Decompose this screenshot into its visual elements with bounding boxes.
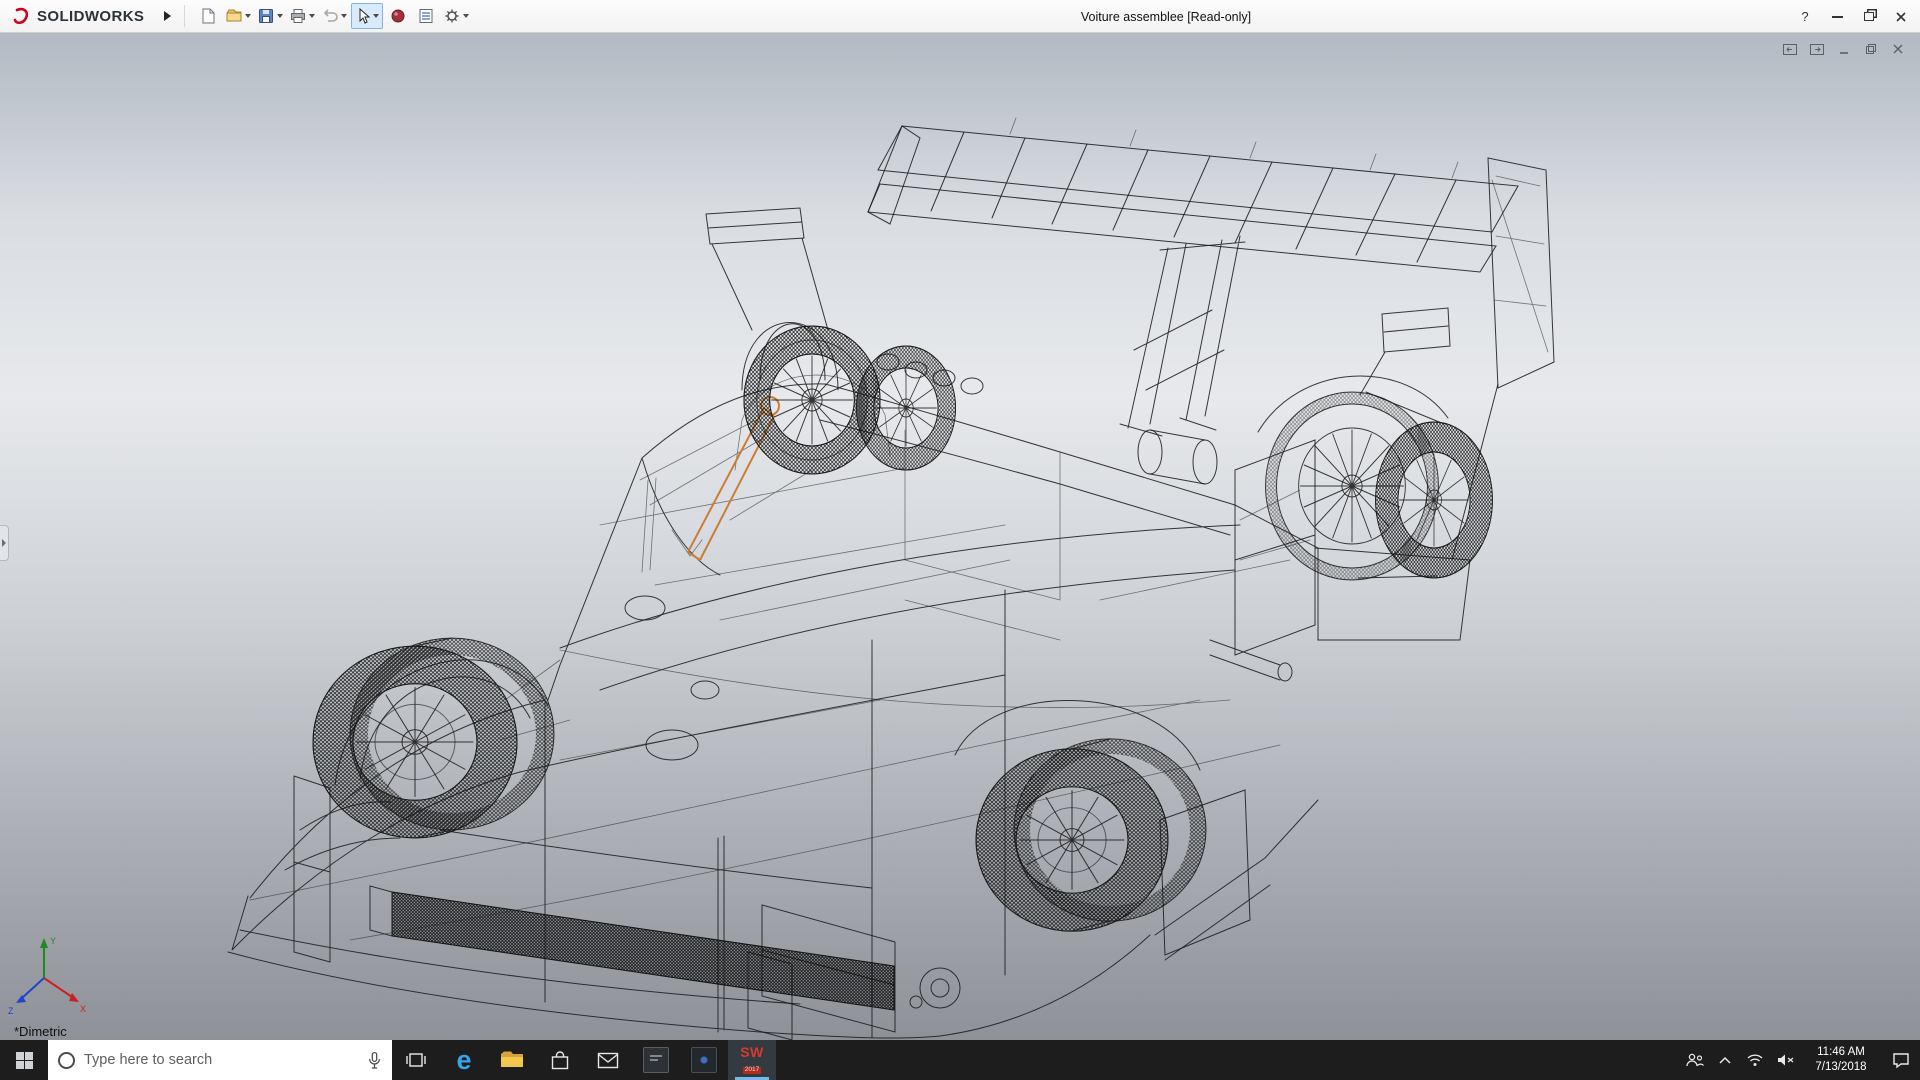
- new-document-button[interactable]: [195, 3, 221, 29]
- taskbar-search-box[interactable]: [48, 1040, 392, 1080]
- ds-logo-icon: [12, 6, 32, 26]
- windows-taskbar: e SW 2017: [0, 1040, 1920, 1080]
- system-tray: 11:46 AM 7/13/2018: [1680, 1040, 1920, 1080]
- car-wireframe-model[interactable]: Y X Z: [0, 33, 1920, 1040]
- dock-left-icon[interactable]: [1781, 41, 1798, 57]
- options-button[interactable]: [441, 3, 471, 29]
- feature-tree-collapsed-tab[interactable]: [0, 525, 9, 561]
- wifi-icon: [1746, 1053, 1764, 1067]
- chassis-body-group[interactable]: [228, 208, 1498, 1040]
- taskbar-app-edge[interactable]: e: [440, 1040, 488, 1080]
- start-button[interactable]: [0, 1040, 48, 1080]
- rear-right-wheel[interactable]: [1266, 392, 1493, 580]
- undo-dropdown-arrow[interactable]: [341, 14, 347, 18]
- dock-right-icon[interactable]: [1808, 41, 1825, 57]
- taskbar-app-6[interactable]: [680, 1040, 728, 1080]
- properties-list-icon: [417, 7, 435, 25]
- options-dropdown-arrow[interactable]: [463, 14, 469, 18]
- print-icon: [289, 7, 307, 25]
- minimize-button[interactable]: [1824, 5, 1850, 29]
- task-view-icon: [405, 1051, 427, 1069]
- chevron-up-icon: [1718, 1056, 1732, 1065]
- open-folder-icon: [225, 7, 243, 25]
- people-button[interactable]: [1680, 1040, 1710, 1080]
- view-orientation-label: *Dimetric: [14, 1024, 67, 1039]
- taskbar-app-mail[interactable]: [584, 1040, 632, 1080]
- print-dropdown-arrow[interactable]: [309, 14, 315, 18]
- app-titlebar: SOLIDWORKS: [0, 0, 1920, 33]
- close-icon: [1895, 11, 1907, 23]
- menu-expand-arrow[interactable]: [158, 6, 176, 26]
- axis-z-label: Z: [8, 1006, 14, 1016]
- doc-restore-icon[interactable]: [1862, 41, 1879, 57]
- solidworks-logo: SOLIDWORKS: [0, 6, 144, 26]
- document-window-controls: [1781, 41, 1906, 57]
- microphone-icon[interactable]: [367, 1051, 382, 1070]
- notification-icon: [1892, 1052, 1910, 1069]
- save-dropdown-arrow[interactable]: [277, 14, 283, 18]
- taskbar-app-solidworks[interactable]: SW 2017: [728, 1040, 776, 1080]
- gear-icon: [443, 7, 461, 25]
- volume-button[interactable]: [1770, 1040, 1800, 1080]
- taskbar-app-store[interactable]: [536, 1040, 584, 1080]
- windows-logo-icon: [16, 1052, 33, 1069]
- close-button[interactable]: [1888, 5, 1914, 29]
- doc-close-icon[interactable]: [1889, 41, 1906, 57]
- select-cursor-icon: [355, 7, 371, 25]
- front-left-wheel[interactable]: [313, 638, 554, 838]
- dark-app-icon-1: [643, 1047, 669, 1073]
- axis-x-label: X: [80, 1004, 86, 1014]
- tray-overflow-button[interactable]: [1710, 1040, 1740, 1080]
- open-dropdown-arrow[interactable]: [245, 14, 251, 18]
- maximize-button[interactable]: [1856, 5, 1882, 29]
- file-explorer-icon: [500, 1050, 524, 1070]
- open-button[interactable]: [223, 3, 253, 29]
- search-input[interactable]: [84, 1052, 358, 1068]
- action-center-button[interactable]: [1882, 1040, 1920, 1080]
- clock-time: 11:46 AM: [1817, 1045, 1865, 1060]
- appearance-sphere-icon: [389, 7, 407, 25]
- save-button[interactable]: [255, 3, 285, 29]
- standard-toolbar: [195, 3, 471, 29]
- radiator-mesh: [392, 892, 894, 1010]
- task-view-button[interactable]: [392, 1040, 440, 1080]
- save-floppy-icon: [257, 7, 275, 25]
- mail-envelope-icon: [597, 1052, 619, 1069]
- print-button[interactable]: [287, 3, 317, 29]
- select-tool-button[interactable]: [351, 3, 383, 29]
- window-controls: ?: [1792, 0, 1914, 33]
- brand-text: SOLIDWORKS: [37, 8, 144, 25]
- speaker-muted-icon: [1776, 1053, 1795, 1067]
- clock-date: 7/13/2018: [1815, 1060, 1866, 1075]
- help-button[interactable]: ?: [1792, 5, 1818, 29]
- dark-app-icon-2: [691, 1047, 717, 1073]
- taskbar-app-file-explorer[interactable]: [488, 1040, 536, 1080]
- cortana-icon[interactable]: [58, 1052, 75, 1069]
- axis-y-label: Y: [50, 936, 56, 946]
- solidworks-app-icon: SW 2017: [740, 1045, 764, 1075]
- document-title: Voiture assemblee [Read-only]: [1081, 0, 1251, 33]
- rear-wing-group[interactable]: [868, 118, 1554, 436]
- select-dropdown-arrow[interactable]: [373, 14, 379, 18]
- network-button[interactable]: [1740, 1040, 1770, 1080]
- doc-minimize-icon[interactable]: [1835, 41, 1852, 57]
- graphics-viewport[interactable]: Y X Z *Dimetric: [0, 33, 1920, 1040]
- new-document-icon: [199, 7, 217, 25]
- orientation-triad: Y X Z: [8, 936, 86, 1016]
- front-right-wheel[interactable]: [744, 326, 956, 474]
- store-bag-icon: [550, 1050, 570, 1071]
- undo-button[interactable]: [319, 3, 349, 29]
- undo-icon: [321, 7, 339, 25]
- appearance-button[interactable]: [385, 3, 411, 29]
- rear-left-wheel[interactable]: [976, 739, 1206, 931]
- taskbar-clock[interactable]: 11:46 AM 7/13/2018: [1800, 1040, 1882, 1080]
- people-icon: [1685, 1052, 1705, 1069]
- taskbar-app-5[interactable]: [632, 1040, 680, 1080]
- properties-button[interactable]: [413, 3, 439, 29]
- edge-icon: e: [456, 1047, 471, 1074]
- toolbar-separator: [184, 5, 185, 27]
